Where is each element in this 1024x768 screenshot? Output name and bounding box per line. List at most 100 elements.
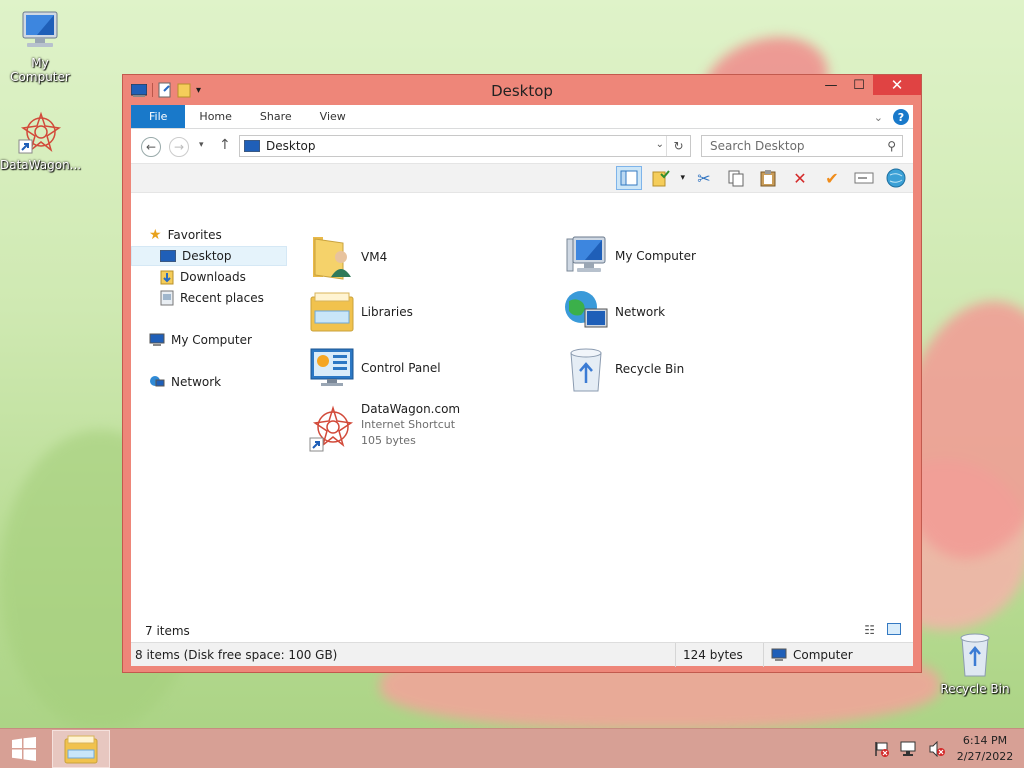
explorer-window: ▾ Desktop — ☐ ✕ File Home Share View ⌄ ?…: [122, 74, 922, 673]
list-item-vm4[interactable]: VM4: [309, 233, 387, 281]
list-item-my-computer[interactable]: My Computer: [563, 233, 696, 279]
clock-date: 2/27/2022: [956, 750, 1014, 763]
back-button[interactable]: ←: [141, 137, 161, 157]
status-location: Computer: [767, 643, 853, 667]
rename-check-icon[interactable]: ✔: [819, 166, 845, 190]
start-button[interactable]: [0, 729, 48, 768]
nav-label: My Computer: [171, 333, 252, 347]
nav-item-downloads[interactable]: Downloads: [160, 267, 246, 287]
search-input[interactable]: Search Desktop ⚲: [701, 135, 903, 157]
computer-icon: [771, 648, 787, 661]
desktop-icon-label: DataWagon...: [0, 158, 82, 172]
paste-icon[interactable]: [755, 166, 781, 190]
cut-icon[interactable]: ✂: [691, 166, 717, 190]
list-item-network[interactable]: Network: [563, 289, 665, 335]
desktop-icon-recycle-bin[interactable]: Recycle Bin: [935, 630, 1015, 696]
item-name: Libraries: [361, 305, 413, 319]
item-size: 105 bytes: [361, 434, 416, 447]
copy-icon[interactable]: [723, 166, 749, 190]
toolbar-dropdown-icon[interactable]: ▾: [680, 173, 685, 183]
tab-file[interactable]: File: [131, 105, 186, 128]
nav-label: Desktop: [182, 249, 232, 263]
recycle-bin-icon: [570, 348, 602, 392]
item-count: 7 items: [145, 624, 190, 638]
status-bar: 8 items (Disk free space: 100 GB) 124 by…: [131, 642, 913, 667]
toolbar-icons: ▾ ✂ ✕ ✔: [616, 166, 909, 190]
forward-button[interactable]: →: [169, 137, 189, 157]
user-folder-icon: [313, 237, 351, 280]
navigation-pane: ★ Favorites Desktop Downloads Recent pla…: [131, 225, 291, 620]
window-controls: — ☐ ✕: [817, 75, 921, 95]
desktop-icon: [244, 140, 260, 152]
address-dropdown-icon[interactable]: ⌄: [656, 139, 664, 150]
item-type: Internet Shortcut: [361, 418, 456, 431]
downloads-icon: [160, 270, 174, 285]
large-icons-view-icon[interactable]: [887, 623, 901, 638]
list-item-datawagon[interactable]: DataWagon.com Internet Shortcut 105 byte…: [309, 401, 460, 453]
windows-logo-icon: [12, 737, 36, 761]
properties-folder-icon[interactable]: [648, 166, 674, 190]
list-item-control-panel[interactable]: Control Panel: [309, 345, 441, 391]
refresh-icon[interactable]: ↻: [666, 136, 690, 156]
nav-label: Network: [171, 375, 222, 389]
nav-item-recent-places[interactable]: Recent places: [160, 288, 264, 308]
help-icon[interactable]: ?: [893, 109, 909, 125]
nav-label: Recent places: [180, 291, 264, 305]
taskbar: 6:14 PM 2/27/2022: [0, 728, 1024, 768]
tab-share[interactable]: Share: [246, 105, 306, 128]
close-button[interactable]: ✕: [873, 75, 921, 95]
minimize-button[interactable]: —: [817, 75, 845, 95]
status-size: 124 bytes: [683, 648, 743, 662]
status-divider: [763, 643, 764, 667]
volume-muted-icon[interactable]: [928, 741, 946, 757]
item-name: My Computer: [615, 249, 696, 263]
network-icon: [565, 291, 608, 328]
network-status-icon[interactable]: [900, 741, 918, 757]
nav-item-my-computer[interactable]: My Computer: [149, 330, 252, 350]
status-location-label: Computer: [793, 648, 853, 662]
clock[interactable]: 6:14 PM 2/27/2022: [956, 733, 1014, 765]
nav-item-network[interactable]: Network: [149, 372, 221, 392]
recent-locations-icon[interactable]: ▾: [199, 140, 204, 150]
action-center-icon[interactable]: [874, 741, 890, 757]
computer-icon: [22, 11, 58, 47]
title-bar[interactable]: ▾ Desktop — ☐ ✕: [123, 75, 921, 105]
file-list: VM4 My Computer Libraries Network Contro…: [301, 225, 913, 620]
network-icon: [150, 376, 165, 387]
address-bar[interactable]: Desktop ⌄ ↻: [239, 135, 691, 157]
preview-pane-icon[interactable]: [616, 166, 643, 190]
computer-icon: [149, 333, 165, 346]
status-divider: [675, 643, 676, 667]
list-item-recycle-bin[interactable]: Recycle Bin: [563, 345, 684, 393]
search-icon[interactable]: ⚲: [887, 139, 896, 153]
item-name: Recycle Bin: [615, 362, 685, 376]
item-name: VM4: [361, 250, 388, 264]
tab-view[interactable]: View: [306, 105, 360, 128]
nav-item-desktop[interactable]: Desktop: [131, 246, 287, 266]
nav-item-favorites[interactable]: ★ Favorites: [149, 225, 222, 245]
ribbon-tabs: File Home Share View ⌄ ?: [131, 105, 913, 129]
expand-ribbon-icon[interactable]: ⌄: [874, 111, 883, 124]
libraries-icon: [310, 292, 354, 332]
delete-icon[interactable]: ✕: [787, 166, 813, 190]
item-count-bar: 7 items ☷: [131, 620, 913, 642]
maximize-button[interactable]: ☐: [845, 75, 873, 95]
list-item-libraries[interactable]: Libraries: [309, 289, 413, 335]
search-placeholder: Search Desktop: [710, 139, 805, 153]
nav-label: Favorites: [167, 228, 222, 242]
file-explorer-icon: [64, 735, 98, 764]
taskbar-file-explorer[interactable]: [52, 730, 110, 768]
up-button[interactable]: ↑: [219, 137, 231, 153]
globe-icon[interactable]: [883, 166, 909, 190]
rename-icon[interactable]: [851, 166, 877, 190]
address-text: Desktop: [266, 139, 316, 153]
details-view-icon[interactable]: ☷: [864, 623, 875, 637]
ribbon-right: ⌄ ?: [874, 109, 909, 125]
tab-home[interactable]: Home: [185, 105, 245, 128]
status-summary: 8 items (Disk free space: 100 GB): [135, 648, 338, 662]
navigation-bar: ← → ▾ ↑ Desktop ⌄ ↻ Search Desktop ⚲: [131, 129, 913, 163]
window-title: Desktop: [491, 82, 553, 100]
desktop-icon-my-computer[interactable]: My Computer: [0, 8, 80, 84]
desktop-icon-datawagon[interactable]: DataWagon...: [0, 110, 82, 172]
system-tray: 6:14 PM 2/27/2022: [874, 729, 1014, 768]
